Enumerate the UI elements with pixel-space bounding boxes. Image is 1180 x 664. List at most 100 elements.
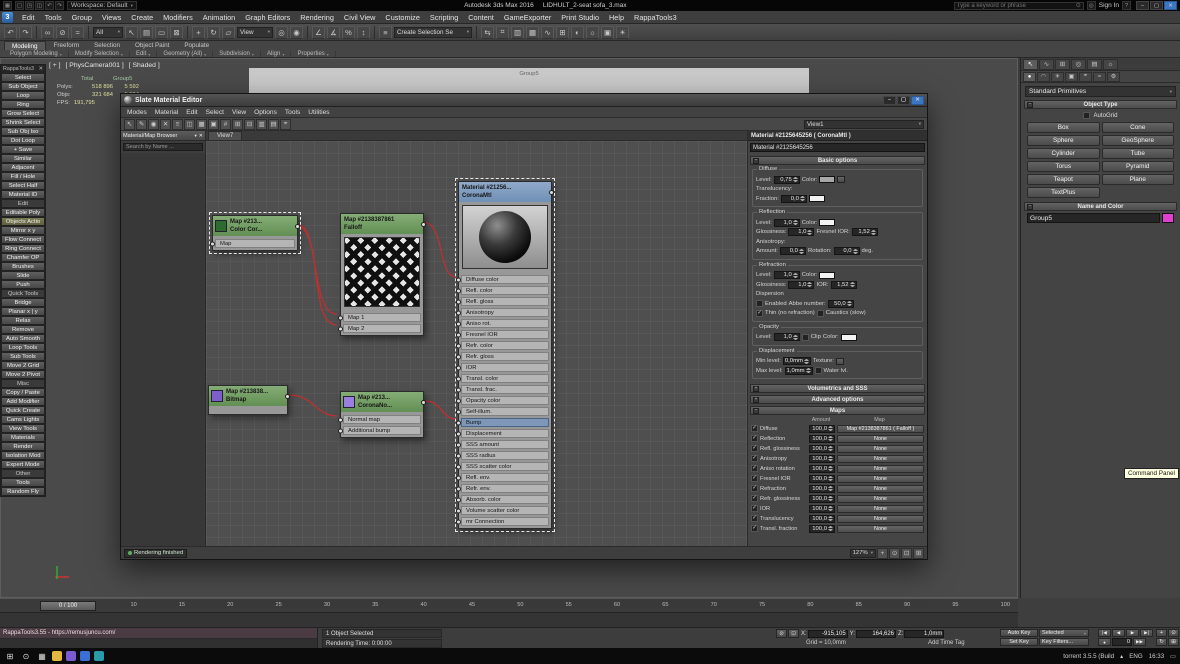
primitive-button-torus[interactable]: Torus	[1027, 161, 1100, 172]
rappatools-remove[interactable]: Remove	[1, 325, 45, 334]
view-tab[interactable]: View7	[208, 131, 243, 140]
object-name-field[interactable]: Group5	[1027, 213, 1160, 223]
material-editor-icon[interactable]: ◐	[571, 25, 584, 39]
map-slot-button[interactable]: None	[837, 494, 924, 503]
x-coordinate-field[interactable]: -915,105	[807, 629, 848, 638]
color-swatch[interactable]	[808, 195, 825, 202]
rappatools-expert-mode[interactable]: Expert Mode	[1, 460, 45, 469]
move-children-icon[interactable]: ≡	[172, 118, 183, 130]
z-coordinate-field[interactable]: 1,0mm	[904, 629, 945, 638]
node-header[interactable]: Map #213... CoronaNo...	[341, 392, 423, 412]
named-selection-sets-dropdown[interactable]: Create Selection Se ▾	[394, 26, 472, 38]
rappatools-render[interactable]: Render	[1, 442, 45, 451]
rappatools-objects-actio[interactable]: Objects Actio	[1, 217, 45, 226]
select-tool-icon[interactable]: ↖	[124, 118, 135, 130]
spinner-arrows[interactable]	[828, 425, 833, 433]
zoom-view-icon[interactable]: ⊙	[1168, 629, 1179, 637]
node-preview[interactable]	[344, 237, 420, 307]
language-indicator[interactable]: ENG	[1129, 653, 1142, 660]
ribbon-section-subdivision[interactable]: Subdivision ▾	[213, 51, 261, 57]
rappatools-ring[interactable]: Ring	[1, 100, 45, 109]
map-slot-button[interactable]: Map #2138387861 ( Falloff )	[837, 424, 924, 433]
app-icon-blue[interactable]	[80, 651, 90, 661]
input-socket-dot[interactable]	[456, 420, 461, 425]
align-icon[interactable]: ⌗	[496, 25, 509, 39]
connection-wire[interactable]	[424, 222, 457, 278]
slate-titlebar[interactable]: Slate Material Editor – ▢ ✕	[121, 94, 927, 107]
tray-app-text[interactable]: torrent 3.5.5 (Build	[1063, 653, 1114, 660]
rappatools-shrink-select[interactable]: Shrink Select	[1, 118, 45, 127]
listener-line[interactable]: RappaTools3.55 - https://remusjuncu.com/	[0, 628, 317, 639]
input-socket-dot[interactable]	[456, 464, 461, 469]
input-socket-dot[interactable]	[456, 508, 461, 513]
slate-menu-options[interactable]: Options	[250, 109, 281, 116]
node-header[interactable]: Map #2138387861 Falloff	[341, 214, 423, 234]
output-socket-dot[interactable]	[285, 394, 290, 399]
checkbox-field[interactable]: Enabled	[756, 300, 787, 307]
rappatools-move-2-grid[interactable]: Move 2 Grid	[1, 361, 45, 370]
node-normal[interactable]: Map #213... CoronaNo... Normal map Addition…	[338, 391, 426, 438]
value-spinner[interactable]: 1,0	[773, 333, 800, 341]
spinner-arrows[interactable]	[793, 271, 798, 279]
map-enable-checkbox[interactable]: ✓	[751, 475, 758, 482]
search-input[interactable]: Type a keyword or phrase ⊙	[953, 1, 1084, 10]
menu-rappatools3[interactable]: RappaTools3	[629, 11, 682, 23]
rappatools-random-fly[interactable]: Random Fly	[1, 487, 45, 496]
rappatools-ring-connect[interactable]: Ring Connect	[1, 244, 45, 253]
spinner-arrows[interactable]	[793, 176, 798, 184]
track-bar[interactable]	[0, 612, 1018, 627]
map-amount-spinner[interactable]: 100,0	[809, 514, 835, 523]
taskbar-search-icon[interactable]: ⊙	[20, 650, 32, 662]
slot-self-illum[interactable]: Self-illum.	[456, 407, 549, 416]
value-spinner[interactable]: 1,0	[788, 280, 815, 289]
node-preview[interactable]	[462, 205, 548, 269]
input-socket-dot[interactable]	[456, 376, 461, 381]
select-and-rotate-icon[interactable]: ↻	[207, 25, 220, 39]
rappatools-flow-connect[interactable]: Flow Connect	[1, 235, 45, 244]
ribbon-section-align[interactable]: Align ▾	[261, 51, 292, 57]
rollout-advanced-options[interactable]: + Advanced options	[750, 395, 925, 404]
slot-sss-radius[interactable]: SSS radius	[456, 451, 549, 460]
select-object-icon[interactable]: ↖	[125, 25, 138, 39]
map-amount-spinner[interactable]: 100,0	[809, 524, 835, 533]
input-socket-dot[interactable]	[338, 315, 343, 320]
input-socket-dot[interactable]	[456, 475, 461, 480]
pan-view-icon[interactable]: +	[1156, 629, 1167, 637]
input-socket-dot[interactable]	[456, 519, 461, 524]
material-name-field[interactable]: Material #2125645256	[750, 143, 925, 152]
slot-diffuse-color[interactable]: Diffuse color	[456, 275, 549, 284]
node-bitmap[interactable]: Map #213838... Bitmap	[208, 385, 290, 415]
slot-refr-color[interactable]: Refr. color	[456, 341, 549, 350]
primitive-button-geosphere[interactable]: GeoSphere	[1101, 135, 1174, 146]
menu-create[interactable]: Create	[126, 11, 158, 23]
input-socket-dot[interactable]	[456, 354, 461, 359]
app-system-icon[interactable]: ▦	[3, 1, 12, 10]
slate-minimize-button[interactable]: –	[883, 95, 896, 105]
lights-category[interactable]: ☀	[1051, 71, 1064, 82]
layer-manager-icon[interactable]: ▥	[511, 25, 524, 39]
spinner-arrows[interactable]	[828, 525, 833, 533]
primitive-button-cylinder[interactable]: Cylinder	[1027, 148, 1100, 159]
primitive-button-box[interactable]: Box	[1027, 122, 1100, 133]
ribbon-section-modify-selection[interactable]: Modify Selection ▾	[69, 51, 130, 57]
color-swatch[interactable]	[819, 219, 836, 226]
map-slot-button[interactable]: None	[837, 454, 924, 463]
zoom-region-tool-icon[interactable]: ⊡	[901, 547, 912, 559]
delete-selected-icon[interactable]: ✕	[160, 118, 171, 130]
value-spinner[interactable]: 1,52	[851, 228, 878, 236]
cameras-category[interactable]: ▣	[1065, 71, 1078, 82]
primitive-button-teapot[interactable]: Teapot	[1027, 174, 1100, 185]
primitive-button-cone[interactable]: Cone	[1101, 122, 1174, 133]
rappatools-bridge[interactable]: Bridge	[1, 298, 45, 307]
checkbox[interactable]	[814, 367, 822, 374]
app-icon-purple[interactable]	[66, 651, 76, 661]
key-filters-button[interactable]: Key Filters...	[1039, 638, 1089, 646]
app-maximize-button[interactable]: ▢	[1150, 1, 1163, 10]
motion-tab[interactable]: ◎	[1071, 58, 1086, 70]
value-spinner[interactable]: 0,0	[779, 247, 806, 255]
map-amount-spinner[interactable]: 100,0	[809, 444, 835, 453]
checkbox-field[interactable]: Clip	[801, 333, 821, 341]
rappatools-sub-obj-iso[interactable]: Sub Obj Iso	[1, 127, 45, 136]
map-enable-checkbox[interactable]: ✓	[751, 505, 758, 512]
rappatools-other[interactable]: Other	[1, 469, 45, 478]
